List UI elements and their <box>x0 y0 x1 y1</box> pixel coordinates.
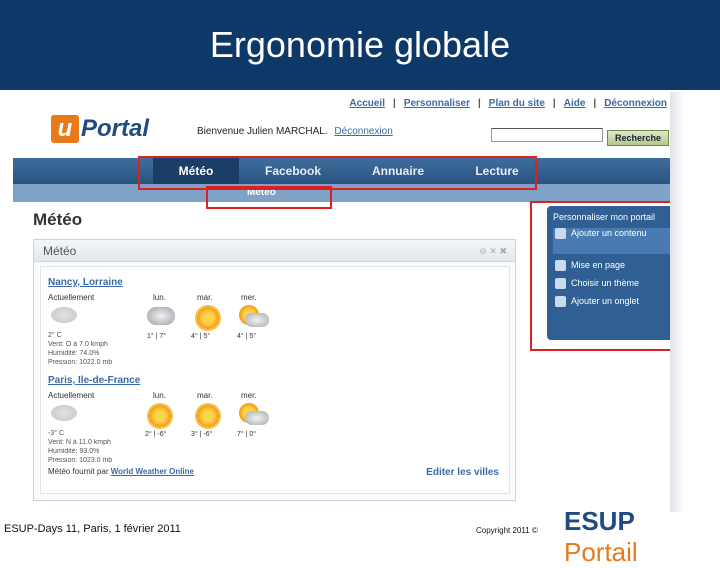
welcome-message: Bienvenue Julien MARCHAL. Déconnexion <box>197 126 393 137</box>
provider-label: Météo fournit par <box>48 467 109 476</box>
top-link-aide[interactable]: Aide <box>564 98 586 109</box>
top-link-accueil[interactable]: Accueil <box>349 98 385 109</box>
day-header: mer. <box>241 293 257 302</box>
slide-title: Ergonomie globale <box>209 24 511 65</box>
pressure-detail: Pression: 1023.0 mb <box>48 457 113 464</box>
top-link-personnaliser[interactable]: Personnaliser <box>404 98 470 109</box>
top-link-plan-du-site[interactable]: Plan du site <box>489 98 545 109</box>
current-weather-icon <box>51 307 77 323</box>
forecast-temp: 3° | -6° <box>191 431 213 438</box>
city-link-nancy[interactable]: Nancy, Lorraine <box>48 277 123 288</box>
top-link-deconnexion[interactable]: Déconnexion <box>604 98 667 109</box>
slide-header: Ergonomie globale <box>0 0 720 90</box>
day-header: lun. <box>153 293 166 302</box>
search-input[interactable] <box>491 128 603 142</box>
separator: | <box>393 98 396 109</box>
provider-note: Météo fournit par World Weather Online <box>48 467 194 476</box>
portlet-header: Météo ⊖ ✕ ✖ <box>34 240 515 262</box>
footer-copyright: Copyright 2011 © <box>476 526 538 535</box>
wind-detail: Vent: O à 7.0 kmph <box>48 341 108 348</box>
forecast-temp: 1° | 7° <box>147 333 167 340</box>
sun-icon <box>197 307 219 329</box>
separator: | <box>593 98 597 109</box>
humidity-detail: Humidité: 74.0% <box>48 350 100 357</box>
forecast-temp: 4° | 5° <box>191 333 211 340</box>
search-button[interactable]: Recherche <box>607 130 669 146</box>
day-header: Actuellement <box>48 293 95 302</box>
edit-cities-link[interactable]: Editer les villes <box>426 467 499 478</box>
day-header: mar. <box>197 391 213 400</box>
day-header: lun. <box>153 391 166 400</box>
humidity-detail: Humidité: 93.0% <box>48 448 100 455</box>
sun-icon <box>197 405 219 427</box>
current-temp: 2° C <box>48 332 62 339</box>
weather-portlet: Météo ⊖ ✕ ✖ Nancy, Lorraine Actuellement… <box>33 239 516 501</box>
page-title: Météo <box>33 210 83 229</box>
logo-pre: ESUP <box>564 506 635 536</box>
uportal-logo[interactable]: u Portal <box>51 114 163 144</box>
sun-icon <box>149 405 171 427</box>
cloud-icon <box>147 307 175 325</box>
wind-detail: Vent: N à 11.0 kmph <box>48 439 111 446</box>
highlight-tabs <box>138 156 537 190</box>
page-shadow <box>670 92 684 512</box>
logo-u-mark: u <box>51 115 79 143</box>
day-header: mer. <box>241 391 257 400</box>
day-header: Actuellement <box>48 391 95 400</box>
current-temp: -3° C <box>48 430 65 437</box>
top-links: Accueil | Personnaliser | Plan du site |… <box>349 98 667 109</box>
highlight-customize <box>530 201 683 351</box>
city-link-paris[interactable]: Paris, Ile-de-France <box>48 375 140 386</box>
welcome-text: Bienvenue Julien MARCHAL. <box>197 126 328 137</box>
highlight-subtab <box>206 186 332 209</box>
portlet-controls-icon[interactable]: ⊖ ✕ ✖ <box>479 240 507 262</box>
portal-screenshot: Accueil | Personnaliser | Plan du site |… <box>13 92 683 512</box>
forecast-temp: 7° | 0° <box>237 431 257 438</box>
portlet-body: Nancy, Lorraine Actuellement lun. mar. m… <box>40 266 510 494</box>
pressure-detail: Pression: 1022.0 mb <box>48 359 113 366</box>
forecast-temp: 2° | -6° <box>145 431 167 438</box>
footer-event: ESUP-Days 11, Paris, 1 février 2011 <box>4 523 181 535</box>
portlet-title: Météo <box>43 244 77 258</box>
separator: | <box>552 98 556 109</box>
logout-link[interactable]: Déconnexion <box>334 126 392 137</box>
forecast-temp: 4° | 5° <box>237 333 257 340</box>
day-header: mar. <box>197 293 213 302</box>
esup-portail-logo: ESUP Portail <box>564 506 704 567</box>
logo-post: Portail <box>564 537 638 567</box>
separator: | <box>477 98 481 109</box>
logo-text: Portal <box>81 115 150 142</box>
provider-link[interactable]: World Weather Online <box>111 467 194 476</box>
current-weather-icon <box>51 405 77 421</box>
